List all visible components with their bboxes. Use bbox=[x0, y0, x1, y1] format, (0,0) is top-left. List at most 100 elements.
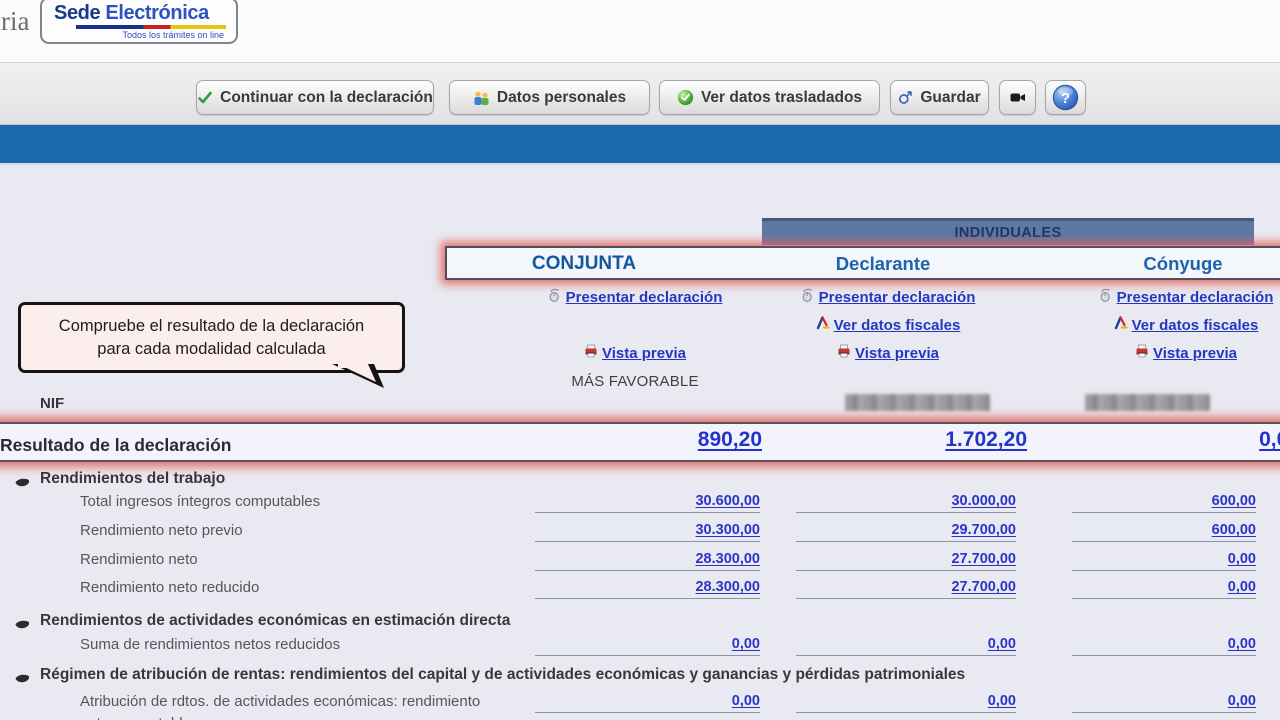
row-label-wrap: neto computable bbox=[80, 715, 191, 720]
value-cell-conjunta: 28.300,00 bbox=[535, 550, 760, 571]
mouse-icon bbox=[548, 288, 562, 307]
help-icon: ? bbox=[1052, 84, 1079, 111]
presentar-declaracion-slot: Presentar declaración bbox=[768, 283, 1008, 311]
presentar-declaracion-slot: Presentar declaración bbox=[1066, 283, 1280, 311]
table-row: Rendimiento neto 28.300,00 27.700,00 0,00 bbox=[0, 550, 1280, 571]
value-cell-conyuge: 0,00 bbox=[1072, 550, 1256, 571]
value-cell-declarante: 27.700,00 bbox=[796, 578, 1016, 599]
record-button[interactable] bbox=[999, 80, 1036, 115]
cell-value-link[interactable]: 600,00 bbox=[1212, 493, 1256, 509]
cell-value-link[interactable]: 27.700,00 bbox=[951, 579, 1016, 595]
presentar-declaracion-link[interactable]: Presentar declaración bbox=[819, 289, 976, 306]
help-button[interactable]: ? bbox=[1045, 80, 1086, 115]
cell-value-link[interactable]: 0,00 bbox=[1228, 551, 1256, 567]
vista-previa-link[interactable]: Vista previa bbox=[855, 345, 939, 362]
presentar-declaracion-link[interactable]: Presentar declaración bbox=[1117, 289, 1274, 306]
sede-word: Sede bbox=[54, 2, 100, 24]
value-cell-declarante: 27.700,00 bbox=[796, 550, 1016, 571]
cell-value-link[interactable]: 28.300,00 bbox=[695, 579, 760, 595]
toolbar: Continuar con la declaración Datos person… bbox=[0, 62, 1280, 125]
save-button[interactable]: Guardar bbox=[890, 80, 989, 115]
cell-value-link[interactable]: 0,00 bbox=[988, 693, 1016, 709]
cell-value-link[interactable]: 27.700,00 bbox=[951, 551, 1016, 567]
vista-previa-link[interactable]: Vista previa bbox=[1153, 345, 1237, 362]
ver-datos-fiscales-slot: Ver datos fiscales bbox=[1066, 311, 1280, 339]
collapse-icon[interactable] bbox=[14, 475, 31, 493]
ver-datos-fiscales-slot: Ver datos fiscales bbox=[768, 311, 1008, 339]
section-header-rendimientos-de-actividades-economicas-e: Rendimientos de actividades económicas e… bbox=[0, 612, 1280, 632]
check-icon bbox=[197, 90, 213, 106]
personal-data-button[interactable]: Datos personales bbox=[449, 80, 650, 115]
ver-datos-fiscales-link[interactable]: Ver datos fiscales bbox=[834, 317, 961, 334]
camera-icon bbox=[1010, 92, 1026, 103]
cell-value-link[interactable]: 0,00 bbox=[1228, 693, 1256, 709]
row-label: Rendimiento neto bbox=[80, 551, 198, 568]
vista-previa-link[interactable]: Vista previa bbox=[602, 345, 686, 362]
save-button-label: Guardar bbox=[920, 89, 980, 107]
cell-value-link[interactable]: 0,00 bbox=[988, 636, 1016, 652]
aeat-icon bbox=[816, 316, 830, 335]
tooltip-line2: para cada modalidad calculada bbox=[97, 338, 325, 360]
orb-icon bbox=[677, 89, 694, 106]
individuales-label: INDIVIDUALES bbox=[954, 225, 1061, 241]
row-label: Atribución de rdtos. de actividades econ… bbox=[80, 693, 480, 710]
result-value-conyuge[interactable]: 0,00 bbox=[1122, 428, 1280, 452]
nif-value-redacted-conyuge bbox=[1085, 394, 1210, 411]
collapse-icon[interactable] bbox=[14, 671, 31, 689]
continue-declaration-button[interactable]: Continuar con la declaración bbox=[196, 80, 434, 115]
value-cell-conyuge: 0,00 bbox=[1072, 692, 1256, 713]
table-row: Total ingresos íntegros computables 30.60… bbox=[0, 492, 1280, 513]
save-icon bbox=[898, 90, 913, 105]
section-title: Rendimientos del trabajo bbox=[40, 470, 225, 488]
cell-value-link[interactable]: 0,00 bbox=[1228, 579, 1256, 595]
value-cell-declarante: 29.700,00 bbox=[796, 521, 1016, 542]
section-title: Rendimientos de actividades económicas e… bbox=[40, 612, 510, 630]
cell-value-link[interactable]: 30.000,00 bbox=[951, 493, 1016, 509]
individuales-group-header: INDIVIDUALES bbox=[762, 218, 1254, 245]
cell-value-link[interactable]: 600,00 bbox=[1212, 522, 1256, 538]
empty-slot bbox=[515, 311, 755, 339]
ver-datos-fiscales-link[interactable]: Ver datos fiscales bbox=[1132, 317, 1259, 334]
cell-value-link[interactable]: 28.300,00 bbox=[695, 551, 760, 567]
transferred-data-button[interactable]: Ver datos trasladados bbox=[659, 80, 880, 115]
link-column-conjunta: Presentar declaraciónVista previaMÁS FAV… bbox=[515, 283, 755, 395]
printer-icon bbox=[1135, 344, 1149, 363]
vista-previa-slot: Vista previa bbox=[1066, 339, 1280, 367]
column-header-row: CONJUNTADeclaranteCónyuge bbox=[445, 246, 1280, 280]
value-cell-conjunta: 28.300,00 bbox=[535, 578, 760, 599]
nif-label: NIF bbox=[40, 395, 64, 412]
result-value-declarante[interactable]: 1.702,20 bbox=[802, 428, 1027, 452]
nif-row: NIF bbox=[0, 394, 1280, 416]
cell-value-link[interactable]: 0,00 bbox=[1228, 636, 1256, 652]
cell-value-link[interactable]: 30.300,00 bbox=[695, 522, 760, 538]
printer-icon bbox=[584, 344, 598, 363]
collapse-icon[interactable] bbox=[14, 617, 31, 635]
presentar-declaracion-slot: Presentar declaración bbox=[515, 283, 755, 311]
top-header-band: ria Sede Electrónica Todos los trámites … bbox=[0, 0, 1280, 62]
sede-electronica-logo[interactable]: Sede Electrónica Todos los trámites on l… bbox=[40, 0, 238, 44]
link-column-conyuge: Presentar declaración Ver datos fiscales V… bbox=[1066, 283, 1280, 367]
blue-title-bar bbox=[0, 125, 1280, 165]
result-value-conjunta[interactable]: 890,20 bbox=[537, 428, 762, 452]
value-cell-conyuge: 0,00 bbox=[1072, 635, 1256, 656]
renta-web-screen: ria Sede Electrónica Todos los trámites … bbox=[0, 0, 1280, 720]
cell-value-link[interactable]: 0,00 bbox=[732, 636, 760, 652]
cell-value-link[interactable]: 30.600,00 bbox=[695, 493, 760, 509]
section-title: Régimen de atribución de rentas: rendimi… bbox=[40, 666, 965, 684]
cell-value-link[interactable]: 0,00 bbox=[732, 693, 760, 709]
cell-value-link[interactable]: 29.700,00 bbox=[951, 522, 1016, 538]
value-cell-conjunta: 30.300,00 bbox=[535, 521, 760, 542]
result-row-label: Resultado de la declaración bbox=[0, 435, 231, 456]
value-cell-conjunta: 0,00 bbox=[535, 692, 760, 713]
mouse-icon bbox=[1099, 288, 1113, 307]
value-cell-conjunta: 30.600,00 bbox=[535, 492, 760, 513]
sede-electronica-title: Sede Electrónica bbox=[54, 2, 226, 25]
table-row: Rendimiento neto previo30.300,0029.700,0… bbox=[0, 521, 1280, 542]
row-label: Total ingresos íntegros computables bbox=[80, 493, 320, 510]
continue-declaration-button-label: Continuar con la declaración bbox=[220, 89, 433, 107]
table-row: Suma de rendimientos netos reducidos0,00… bbox=[0, 635, 1280, 656]
value-cell-conyuge: 600,00 bbox=[1072, 521, 1256, 542]
presentar-declaracion-link[interactable]: Presentar declaración bbox=[566, 289, 723, 306]
printer-icon bbox=[837, 344, 851, 363]
sede-tagline: Todos los trámites on line bbox=[54, 30, 226, 40]
